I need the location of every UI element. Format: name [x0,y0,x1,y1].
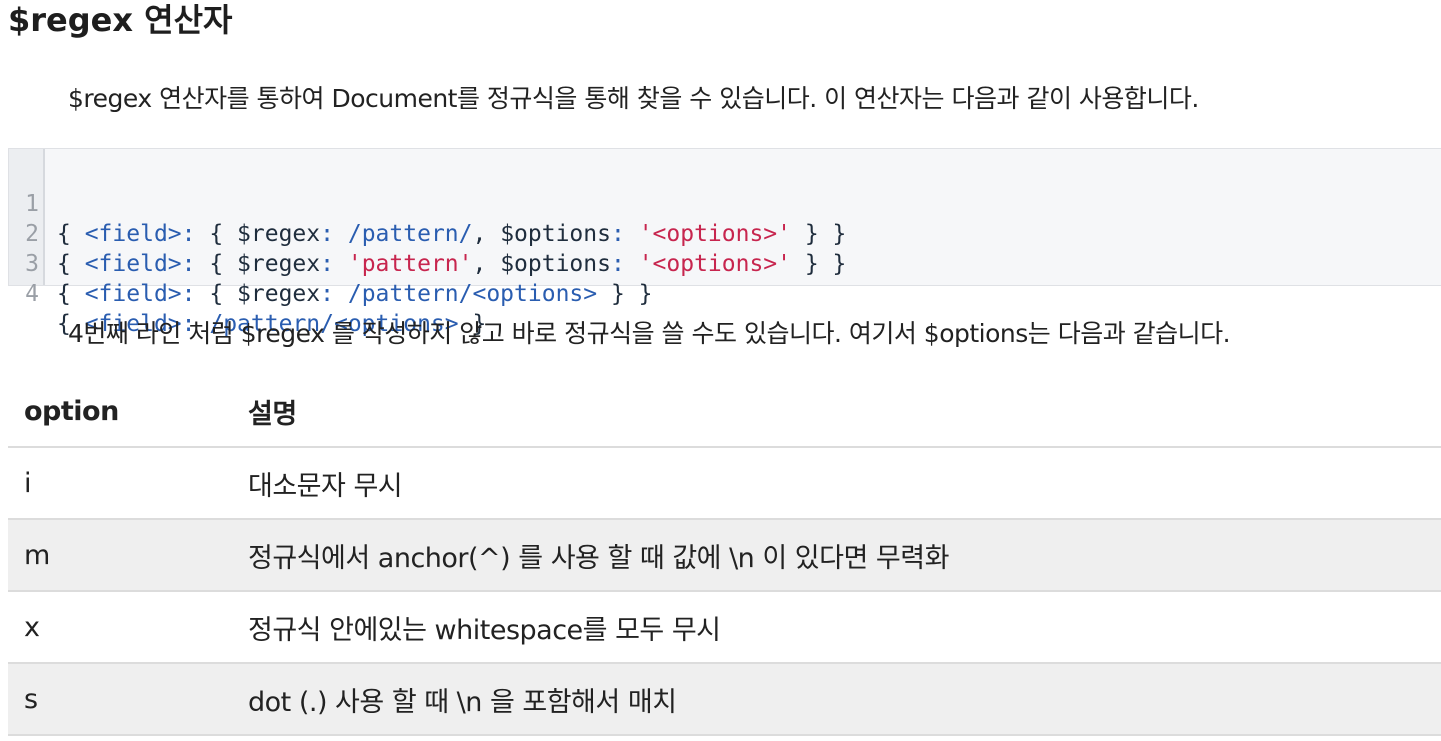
code-text: { <field>: { $regex: 'pattern', $options… [57,249,846,279]
code-token: { [195,221,238,247]
code-token: : [320,251,334,277]
description-cell: 정규식 안에있는 whitespace를 모두 무시 [232,591,1441,664]
code-token: '<options>' [638,251,792,277]
code-token: { [195,251,238,277]
code-token: , [472,251,501,277]
code-text: { <field>: { $regex: /pattern/<options> … [57,279,653,309]
code-token: <field> [84,281,182,307]
code-token: 'pattern' [347,251,473,277]
table-row: i 대소문자 무시 [8,447,1441,520]
code-line: 3 { <field>: { $regex: /pattern/<options… [9,219,652,307]
option-cell: s [8,663,232,736]
code-text: { <field>: { $regex: /pattern/, $options… [57,219,846,249]
code-block: 1 { <field>: { $regex: /pattern/, $optio… [8,148,1441,337]
code-token: /pattern/<options> [347,281,598,307]
code-line: 1 { <field>: { $regex: /pattern/, $optio… [9,159,846,247]
description-cell: 대소문자 무시 [232,447,1441,520]
code-token: : [320,221,334,247]
table-row: x 정규식 안에있는 whitespace를 모두 무시 [8,591,1441,664]
code-token: $regex [237,221,321,247]
description-cell: 정규식에서 anchor(^) 를 사용 할 때 값에 \n 이 있다면 무력화 [232,519,1441,592]
option-cell: i [8,447,232,520]
option-cell: m [8,519,232,592]
code-token: $options [500,221,611,247]
code-line: 4 { <field>: /pattern/<options> } [9,249,486,337]
code-token: '<options>' [638,221,792,247]
line-number: 4 [25,281,39,307]
code-token: /pattern/ [347,221,473,247]
code-token: } } [791,251,847,277]
code-token: $regex [237,281,321,307]
note-paragraph: 4번째 라인 처럼 $regex 를 작성하지 않고 바로 정규식을 쓸 수도 … [68,319,1231,348]
table-header-row: option 설명 [8,377,1441,448]
options-table: option 설명 i 대소문자 무시 m 정규식에서 anchor(^) 를 … [8,377,1441,736]
code-token: : [610,221,625,247]
intro-paragraph: $regex 연산자를 통하여 Document를 정규식을 통해 찾을 수 있… [68,84,1199,113]
code-token: } } [597,281,653,307]
option-cell: x [8,591,232,664]
table-row: m 정규식에서 anchor(^) 를 사용 할 때 값에 \n 이 있다면 무… [8,519,1441,592]
code-token: : [181,221,196,247]
section-title: $regex 연산자 [8,1,233,39]
code-token: : [610,251,625,277]
code-line: 2 { <field>: { $regex: 'pattern', $optio… [9,189,846,277]
code-token: : [320,281,334,307]
header-description: 설명 [232,377,1441,448]
code-token: : [181,281,196,307]
code-token: <field> [84,251,182,277]
code-token: { [195,281,238,307]
code-token: $options [500,251,611,277]
code-token: } } [791,221,847,247]
header-option: option [8,377,232,448]
code-token: <field> [84,221,182,247]
code-token: $regex [237,251,321,277]
code-token: : [181,251,196,277]
table-row: s dot (.) 사용 할 때 \n 을 포함해서 매치 [8,663,1441,736]
description-cell: dot (.) 사용 할 때 \n 을 포함해서 매치 [232,663,1441,736]
code-token: , [472,221,501,247]
